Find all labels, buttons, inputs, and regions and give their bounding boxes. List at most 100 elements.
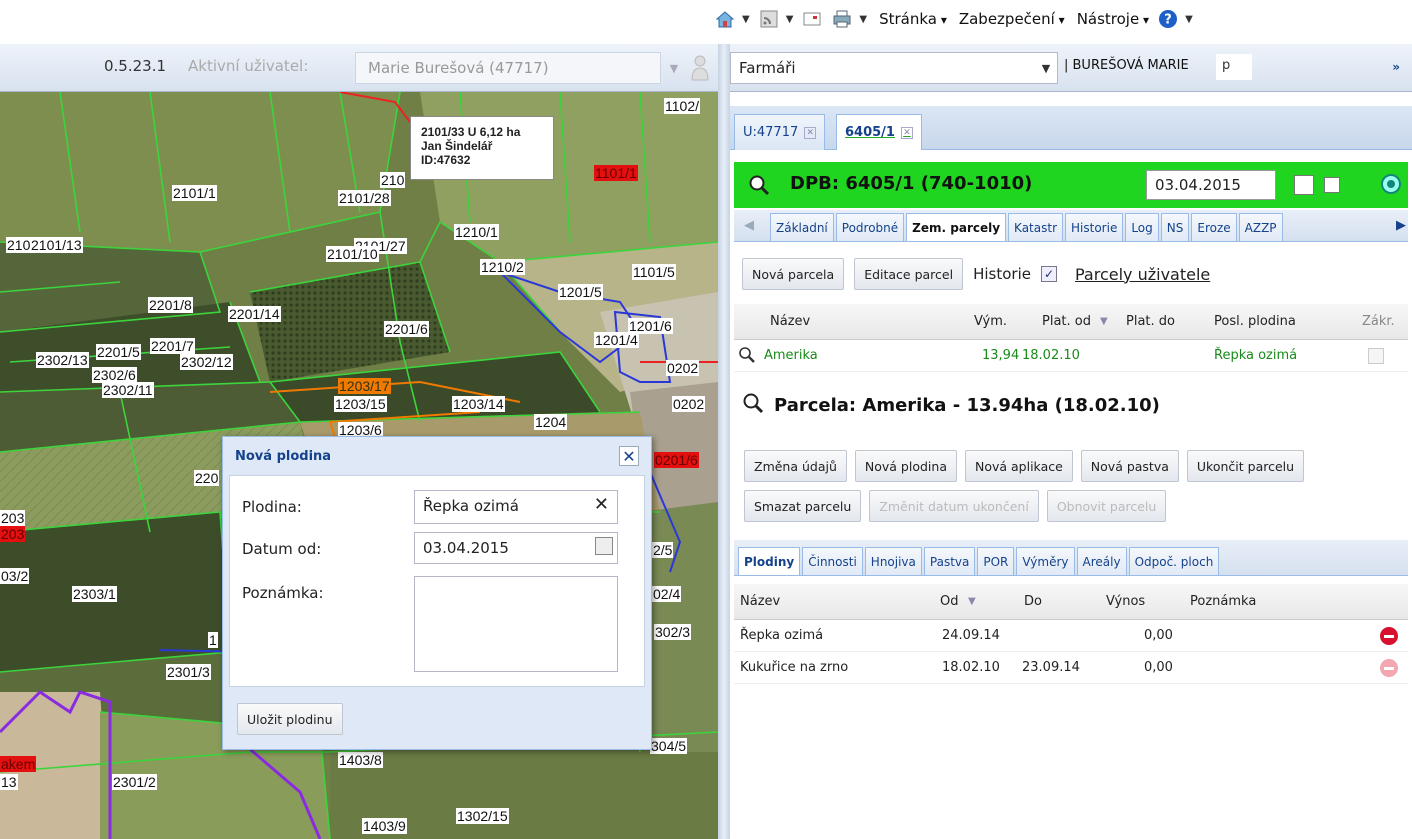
tab-por[interactable]: POR bbox=[977, 547, 1015, 575]
parcel-label[interactable]: akem bbox=[0, 756, 37, 772]
expand-icon[interactable]: » bbox=[1392, 60, 1400, 74]
parcel-label[interactable]: 203 bbox=[0, 526, 26, 542]
table-row[interactable]: Řepka ozimá 24.09.14 0,00 bbox=[734, 620, 1408, 652]
farmers-combo[interactable]: Farmáři ▼ bbox=[730, 52, 1058, 84]
col-header[interactable]: Od bbox=[940, 594, 958, 609]
calendar-icon[interactable] bbox=[1294, 175, 1314, 195]
parcel-label[interactable]: 1 bbox=[208, 632, 218, 648]
tab-katastr[interactable]: Katastr bbox=[1008, 213, 1064, 241]
search-icon[interactable] bbox=[742, 392, 764, 419]
active-user-dropdown-icon[interactable]: ▼ bbox=[660, 52, 688, 84]
tab-pastva[interactable]: Pastva bbox=[923, 547, 976, 575]
new-application-button[interactable]: Nová aplikace bbox=[964, 450, 1073, 482]
parcel-label[interactable]: 2303/1 bbox=[72, 586, 117, 602]
parcel-label[interactable]: 2201/6 bbox=[384, 321, 429, 337]
parcel-label[interactable]: 1210/2 bbox=[480, 259, 525, 275]
parcel-label[interactable]: 1302/15 bbox=[456, 808, 509, 824]
parcel-label[interactable]: 02/4 bbox=[652, 586, 682, 602]
new-crop-button[interactable]: Nová plodina bbox=[854, 450, 957, 482]
new-pasture-button[interactable]: Nová pastva bbox=[1080, 450, 1179, 482]
menu-page[interactable]: Stránka bbox=[879, 10, 947, 28]
home-dropdown-icon[interactable]: ▼ bbox=[742, 14, 750, 25]
menu-security[interactable]: Zabezpečení bbox=[959, 10, 1065, 28]
parcel-label[interactable]: 1101/1 bbox=[594, 165, 638, 181]
tab-plodiny[interactable]: Plodiny bbox=[738, 547, 801, 575]
parcel-label[interactable]: 210 bbox=[380, 172, 406, 188]
parcel-label[interactable]: 2201/14 bbox=[228, 306, 281, 322]
col-header[interactable]: Zákr. bbox=[1362, 314, 1395, 329]
parcel-label[interactable]: 304/5 bbox=[650, 738, 688, 754]
feeds-icon[interactable] bbox=[758, 8, 780, 30]
parcel-label[interactable]: 2302/11 bbox=[102, 382, 154, 398]
search-icon[interactable] bbox=[748, 174, 770, 200]
col-header[interactable]: Výnos bbox=[1106, 594, 1145, 609]
parcel-label[interactable]: 203 bbox=[0, 510, 26, 526]
tab-azzp[interactable]: AZZP bbox=[1238, 213, 1283, 241]
parcel-label[interactable]: 210 bbox=[6, 237, 32, 253]
parcel-label[interactable]: 2201/5 bbox=[96, 344, 141, 360]
tab-ns[interactable]: NS bbox=[1160, 213, 1190, 241]
col-header[interactable]: Plat. od bbox=[1042, 314, 1091, 329]
table-row[interactable]: Kukuřice na zrno 18.02.10 23.09.14 0,00 bbox=[734, 652, 1408, 684]
remove-icon[interactable] bbox=[1380, 627, 1398, 645]
parcel-label[interactable]: 2101/1 bbox=[172, 185, 217, 201]
tab-close-icon[interactable]: ✕ bbox=[804, 126, 817, 139]
parcel-label[interactable]: 1403/9 bbox=[362, 818, 407, 834]
parcel-label[interactable]: 302/3 bbox=[654, 624, 692, 640]
change-data-button[interactable]: Změna údajů bbox=[744, 450, 847, 482]
dpb-checkbox[interactable] bbox=[1324, 177, 1340, 193]
save-crop-button[interactable]: Uložit plodinu bbox=[237, 703, 343, 735]
parcel-label[interactable]: 2201/8 bbox=[148, 297, 193, 313]
parcel-label[interactable]: 1203/17 bbox=[338, 378, 391, 394]
tab-log[interactable]: Log bbox=[1125, 213, 1159, 241]
tab-zakladni[interactable]: Základní bbox=[770, 213, 834, 241]
edit-parcels-button[interactable]: Editace parcel bbox=[854, 258, 964, 290]
tab-cinnosti[interactable]: Činnosti bbox=[802, 547, 863, 575]
parcel-label[interactable]: 220 bbox=[194, 470, 220, 486]
parcel-label[interactable]: 1210/1 bbox=[454, 224, 499, 240]
parcel-label[interactable]: 1204 bbox=[534, 414, 568, 430]
close-icon[interactable]: ✕ bbox=[619, 446, 639, 466]
tab-arealy[interactable]: Areály bbox=[1076, 547, 1127, 575]
arrow-left-icon[interactable]: ◀ bbox=[744, 218, 754, 233]
col-header[interactable]: Posl. plodina bbox=[1214, 314, 1296, 329]
crop-field[interactable]: Řepka ozimá ✕ bbox=[414, 490, 618, 524]
refresh-icon[interactable] bbox=[1380, 173, 1402, 199]
parcel-label[interactable]: 2/5 bbox=[652, 542, 674, 558]
parcel-label[interactable]: 13 bbox=[0, 774, 18, 790]
home-icon[interactable] bbox=[714, 8, 736, 30]
note-textarea[interactable] bbox=[414, 576, 618, 672]
delete-parcel-button[interactable]: Smazat parcelu bbox=[744, 490, 862, 522]
col-header[interactable]: Poznámka bbox=[1190, 594, 1256, 609]
parcel-label[interactable]: 1203/14 bbox=[452, 396, 505, 412]
tab-zem-parcely[interactable]: Zem. parcely bbox=[906, 213, 1007, 241]
parcel-label[interactable]: 2302/12 bbox=[180, 354, 233, 370]
parcel-label[interactable]: 2101/28 bbox=[338, 190, 391, 206]
arrow-right-icon[interactable]: ▶ bbox=[1396, 218, 1406, 233]
tab-close-icon[interactable]: ✕ bbox=[900, 126, 913, 139]
print-icon[interactable] bbox=[831, 8, 853, 30]
parcel-label[interactable]: 2301/3 bbox=[166, 664, 211, 680]
mail-icon[interactable] bbox=[801, 8, 823, 30]
help-dropdown-icon[interactable]: ▼ bbox=[1185, 14, 1193, 25]
tab-vymery[interactable]: Výměry bbox=[1016, 547, 1075, 575]
parcel-label[interactable]: 2101/13 bbox=[30, 237, 83, 253]
help-icon[interactable]: ? bbox=[1157, 8, 1179, 30]
col-header[interactable]: Vým. bbox=[974, 314, 1007, 329]
tab-podrobne[interactable]: Podrobné bbox=[835, 213, 905, 241]
calendar-icon[interactable] bbox=[595, 537, 613, 555]
date-field[interactable]: 03.04.2015 bbox=[414, 532, 618, 564]
parcel-label[interactable]: 1201/5 bbox=[558, 284, 603, 300]
chevron-down-icon[interactable]: ▼ bbox=[1035, 53, 1057, 83]
tab-hnojiva[interactable]: Hnojiva bbox=[864, 547, 922, 575]
user-parcels-link[interactable]: Parcely uživatele bbox=[1075, 265, 1210, 284]
col-header[interactable]: Název bbox=[770, 314, 810, 329]
tab-historie[interactable]: Historie bbox=[1065, 213, 1124, 241]
parcel-label[interactable]: 2302/6 bbox=[92, 367, 137, 383]
print-dropdown-icon[interactable]: ▼ bbox=[859, 14, 867, 25]
feeds-dropdown-icon[interactable]: ▼ bbox=[786, 14, 794, 25]
user-person-icon[interactable] bbox=[690, 54, 710, 82]
tab-user[interactable]: U:47717 ✕ bbox=[734, 114, 826, 150]
col-header[interactable]: Do bbox=[1024, 594, 1042, 609]
parcel-label[interactable]: 0202 bbox=[666, 360, 700, 376]
